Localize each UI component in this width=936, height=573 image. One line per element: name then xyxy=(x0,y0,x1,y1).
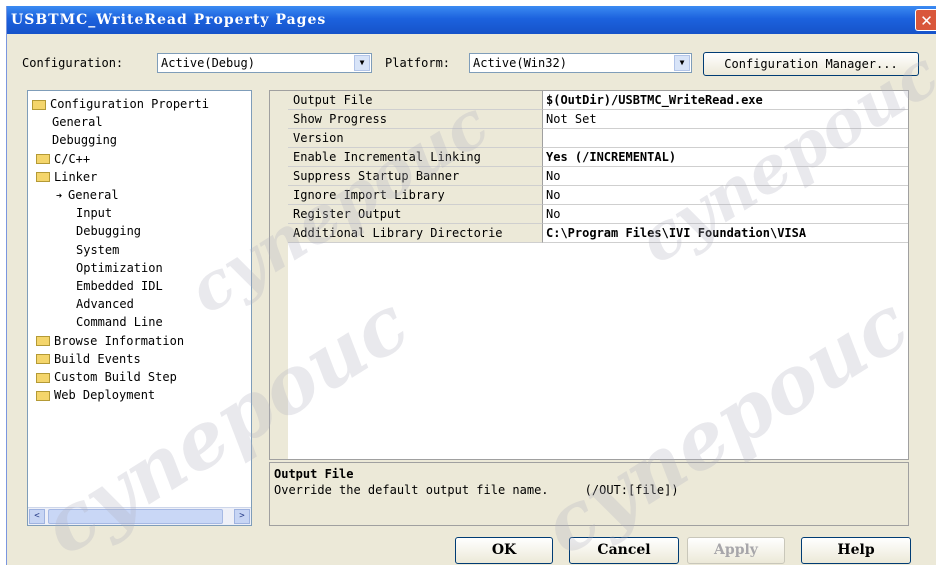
tree-item[interactable]: Input xyxy=(76,204,112,222)
tree-item[interactable]: Debugging xyxy=(52,131,117,149)
property-row[interactable]: Enable Incremental Linking Yes (/INCREMEN… xyxy=(288,148,908,167)
property-value[interactable]: C:\Program Files\IVI Foundation\VISA xyxy=(543,224,908,243)
tree-item[interactable]: System xyxy=(76,241,119,259)
platform-value: Active(Win32) xyxy=(473,56,567,70)
property-name[interactable]: Output File xyxy=(288,91,543,110)
property-name[interactable]: Show Progress xyxy=(288,110,543,129)
tree-item-label: System xyxy=(76,242,120,257)
property-row[interactable]: Ignore Import Library No xyxy=(288,186,908,205)
tree-item[interactable]: Configuration Properti xyxy=(32,95,209,113)
grid-left-gutter xyxy=(270,91,288,459)
chevron-down-icon[interactable]: ▼ xyxy=(674,55,690,71)
tree-item-label: Embedded IDL xyxy=(76,279,163,293)
window-title: USBTMC_WriteRead Property Pages xyxy=(11,12,327,28)
property-row[interactable]: Register Output No xyxy=(288,205,908,224)
folder-icon[interactable] xyxy=(36,336,50,347)
tree-item[interactable]: Advanced xyxy=(76,295,134,313)
tree-item-label: Custom Build Step xyxy=(54,370,177,384)
property-name[interactable]: Additional Library Directorie xyxy=(288,224,543,243)
apply-button[interactable]: Apply xyxy=(687,537,785,564)
tree-item-label: Linker xyxy=(54,169,98,184)
tree-item[interactable]: Build Events xyxy=(36,350,141,368)
configuration-label: Configuration: xyxy=(22,56,124,70)
description-title: Output File xyxy=(274,467,354,481)
configuration-manager-button[interactable]: Configuration Manager... xyxy=(703,52,919,76)
folder-icon[interactable] xyxy=(36,372,50,383)
property-row[interactable]: Show Progress Not Set xyxy=(288,110,908,129)
property-grid: Output File $(OutDir)/USBTMC_WriteRead.ex… xyxy=(269,90,909,460)
property-row[interactable]: Suppress Startup Banner No xyxy=(288,167,908,186)
folder-icon[interactable] xyxy=(36,390,50,401)
tree-item-label: Optimization xyxy=(76,260,163,275)
tree-item[interactable]: C/C++ xyxy=(36,150,90,168)
tree-item-label: Advanced xyxy=(76,297,134,312)
arrow-pointer-icon: ➜ xyxy=(56,191,69,202)
tree-item-label: Configuration Properti xyxy=(50,97,209,111)
tree-item[interactable]: ➜ General xyxy=(56,186,119,204)
tree-item-label: C/C++ xyxy=(54,151,91,166)
property-value[interactable]: No xyxy=(543,205,908,224)
platform-dropdown[interactable]: Active(Win32) ▼ xyxy=(469,53,692,73)
tree-item-label: General xyxy=(52,115,103,130)
property-value[interactable]: Not Set xyxy=(543,110,908,129)
property-value[interactable]: No xyxy=(543,167,908,186)
chevron-down-icon[interactable]: ▼ xyxy=(354,55,370,71)
tree-item[interactable]: Web Deployment xyxy=(36,386,155,404)
configuration-value: Active(Debug) xyxy=(161,56,255,70)
tree-item[interactable]: Linker xyxy=(36,168,97,186)
open-folder-icon[interactable] xyxy=(36,172,50,183)
platform-label: Platform: xyxy=(385,56,451,70)
tree-item-label: Web Deployment xyxy=(54,388,156,403)
property-name[interactable]: Ignore Import Library xyxy=(288,186,543,205)
scroll-right-button[interactable]: > xyxy=(234,509,250,524)
scroll-left-button[interactable]: < xyxy=(29,509,45,524)
property-name[interactable]: Register Output xyxy=(288,205,543,224)
tree-item[interactable]: Debugging xyxy=(76,222,141,240)
tree-item[interactable]: Command Line xyxy=(76,313,163,331)
tree-item-label: Command Line xyxy=(76,315,163,330)
property-pages-dialog: USBTMC_WriteRead Property Pages ✕ Config… xyxy=(6,6,936,565)
tree-item-label: Debugging xyxy=(76,224,142,239)
property-value[interactable]: Yes (/INCREMENTAL) xyxy=(543,148,908,167)
close-button[interactable]: ✕ xyxy=(915,9,936,31)
tree-item-label: Debugging xyxy=(52,133,118,148)
tree-horizontal-scrollbar[interactable]: < > xyxy=(28,507,251,525)
tree-item[interactable]: General xyxy=(52,113,103,131)
property-name[interactable]: Enable Incremental Linking xyxy=(288,148,543,167)
configuration-dropdown[interactable]: Active(Debug) ▼ xyxy=(157,53,372,73)
tree-item-label: General xyxy=(68,188,119,202)
property-value[interactable] xyxy=(543,129,908,148)
folder-icon[interactable] xyxy=(36,154,50,165)
tree-item[interactable]: Browse Information xyxy=(36,332,184,350)
property-row[interactable]: Version xyxy=(288,129,908,148)
tree-item-label: Build Events xyxy=(54,351,141,366)
ok-button[interactable]: OK xyxy=(455,537,553,564)
title-bar[interactable]: USBTMC_WriteRead Property Pages ✕ xyxy=(7,6,936,34)
description-text: Override the default output file name. (… xyxy=(274,483,679,497)
help-button[interactable]: Help xyxy=(801,537,911,564)
property-row[interactable]: Output File $(OutDir)/USBTMC_WriteRead.ex… xyxy=(288,91,908,110)
description-panel: Output File Override the default output … xyxy=(269,462,909,526)
property-value[interactable]: No xyxy=(543,186,908,205)
folder-icon[interactable] xyxy=(36,354,50,365)
property-name[interactable]: Version xyxy=(288,129,543,148)
cancel-button[interactable]: Cancel xyxy=(569,537,679,564)
tree-item[interactable]: Optimization xyxy=(76,259,163,277)
tree-item[interactable]: Custom Build Step xyxy=(36,368,177,386)
property-value[interactable]: $(OutDir)/USBTMC_WriteRead.exe xyxy=(543,91,908,110)
property-row[interactable]: Additional Library Directorie C:\Program … xyxy=(288,224,908,243)
scroll-thumb[interactable] xyxy=(48,509,223,524)
tree-item[interactable]: Embedded IDL xyxy=(76,277,163,295)
tree-item-label: Browse Information xyxy=(54,333,185,348)
property-tree[interactable]: Configuration Properti General Debugging C/… xyxy=(27,90,252,526)
open-folder-icon[interactable] xyxy=(32,99,46,110)
tree-item-label: Input xyxy=(76,206,113,221)
property-name[interactable]: Suppress Startup Banner xyxy=(288,167,543,186)
